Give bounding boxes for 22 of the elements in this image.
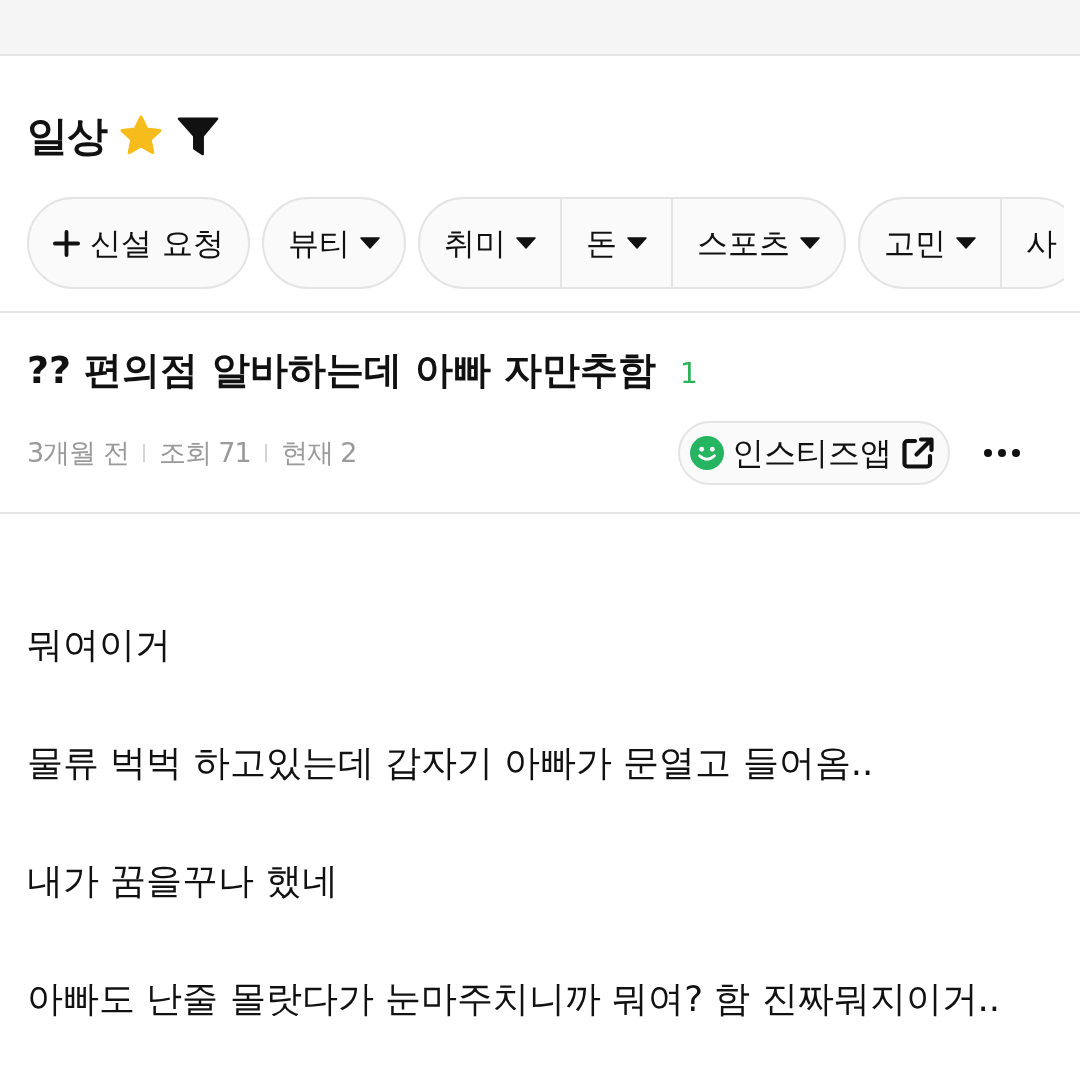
- post-title: ?? 편의점 알바하는데 아빠 자만추함: [27, 348, 656, 392]
- comment-count: 1: [680, 356, 698, 392]
- more-icon[interactable]: [984, 449, 1020, 457]
- post-paragraph: 뭐여이거: [27, 623, 172, 667]
- post-meta: 조회 71: [158, 435, 251, 470]
- category-tab[interactable]: 뷰티: [263, 199, 404, 287]
- app-link-button[interactable]: 인스티즈앱: [678, 421, 950, 485]
- plus-icon: [53, 229, 80, 257]
- category-tab[interactable]: 고민: [859, 199, 1000, 287]
- post-meta: 현재 2: [280, 435, 357, 470]
- post-paragraph: 아빠도 난줄 몰랏다가 눈마주치니까 뭐여? 함 진짜뭐지이거..: [27, 977, 1002, 1021]
- post-paragraph: 내가 꿈을꾸나 했네: [27, 859, 339, 903]
- board-title: 일상: [27, 111, 107, 162]
- external-link-icon: [900, 435, 936, 471]
- category-tab[interactable]: 스포츠: [670, 199, 844, 287]
- category-tab[interactable]: 취미: [419, 199, 560, 287]
- post-meta: 3개월 전: [27, 435, 129, 470]
- category-tab[interactable]: 사: [999, 199, 1064, 287]
- smiley-icon: [690, 436, 724, 470]
- request-button[interactable]: 신설 요청: [29, 199, 248, 287]
- category-tab[interactable]: 돈: [559, 199, 671, 287]
- post-paragraph: 물류 벅벅 하고있는데 갑자기 아빠가 문열고 들어옴..: [27, 741, 875, 785]
